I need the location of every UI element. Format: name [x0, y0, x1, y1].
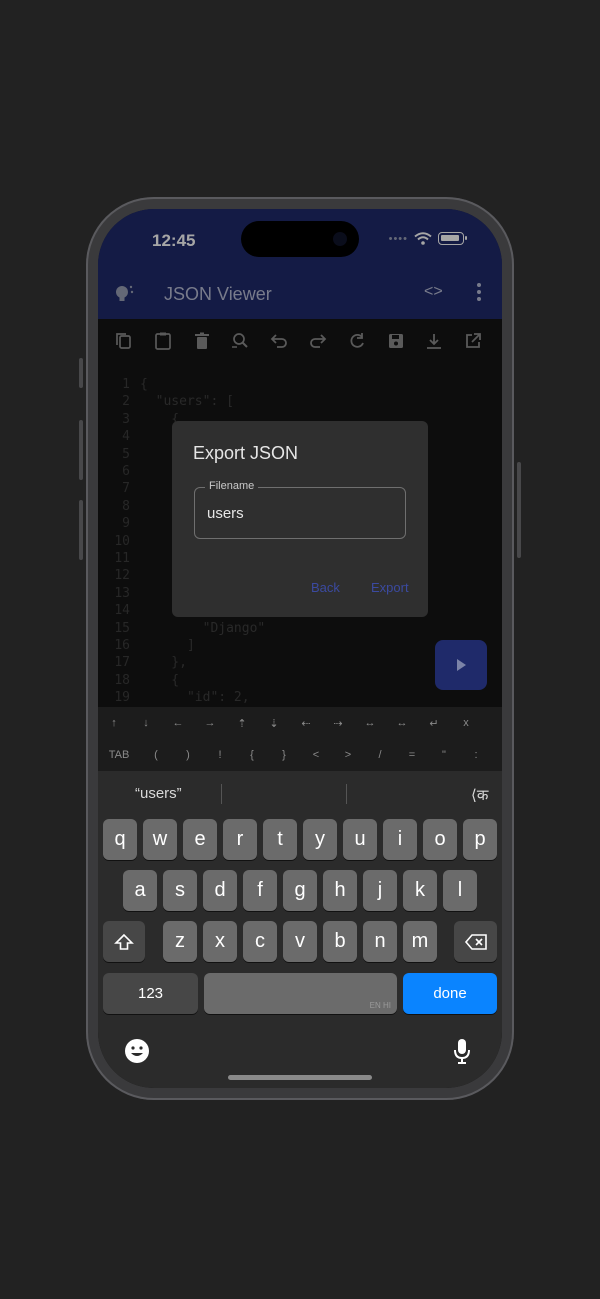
- symbol-key[interactable]: ↑: [98, 717, 130, 729]
- symbol-key[interactable]: ⇡: [226, 717, 258, 730]
- phone-volume-up: [79, 420, 83, 480]
- symbol-bar-arrows: ↑ ↓ ← → ⇡ ⇣ ⇠ ⇢ ↔ ↔ ↵ x: [98, 707, 502, 739]
- space-key[interactable]: EN HI: [204, 973, 397, 1014]
- symbol-key[interactable]: TAB: [98, 749, 140, 761]
- key-w[interactable]: w: [143, 819, 177, 860]
- key-e[interactable]: e: [183, 819, 217, 860]
- symbol-key[interactable]: /: [364, 749, 396, 761]
- key-t[interactable]: t: [263, 819, 297, 860]
- suggestion-item[interactable]: “users”: [135, 785, 182, 802]
- key-u[interactable]: u: [343, 819, 377, 860]
- symbol-key[interactable]: <: [300, 749, 332, 761]
- phone-silent-switch: [79, 358, 83, 388]
- symbol-key[interactable]: ↓: [130, 717, 162, 729]
- symbol-key[interactable]: ↔: [386, 717, 418, 729]
- key-z[interactable]: z: [163, 921, 197, 962]
- suggestion-bar: “users” ⟨क: [98, 771, 502, 817]
- key-v[interactable]: v: [283, 921, 317, 962]
- key-q[interactable]: q: [103, 819, 137, 860]
- phone-screen: 12:45 •••• JSON Viewer <> 1 {2 "users":…: [98, 209, 502, 1088]
- key-f[interactable]: f: [243, 870, 277, 911]
- symbol-key[interactable]: ↵: [418, 717, 450, 730]
- symbol-key[interactable]: :: [460, 749, 492, 761]
- filename-field[interactable]: Filename users: [194, 480, 406, 539]
- export-dialog: Export JSON Filename users Back Export: [172, 421, 428, 617]
- key-g[interactable]: g: [283, 870, 317, 911]
- key-b[interactable]: b: [323, 921, 357, 962]
- key-o[interactable]: o: [423, 819, 457, 860]
- key-j[interactable]: j: [363, 870, 397, 911]
- symbol-key[interactable]: x: [450, 717, 482, 729]
- symbol-key[interactable]: (: [140, 749, 172, 761]
- language-switch-button[interactable]: ⟨क: [471, 785, 488, 805]
- space-language-hint: EN HI: [369, 1001, 391, 1010]
- done-key[interactable]: done: [403, 973, 497, 1014]
- phone-volume-down: [79, 500, 83, 560]
- key-y[interactable]: y: [303, 819, 337, 860]
- run-button[interactable]: [435, 640, 487, 690]
- key-c[interactable]: c: [243, 921, 277, 962]
- symbol-key[interactable]: !: [204, 749, 236, 761]
- suggestion-divider: [221, 784, 222, 804]
- filename-input[interactable]: users: [207, 505, 244, 522]
- key-m[interactable]: m: [403, 921, 437, 962]
- backspace-icon: [464, 933, 487, 950]
- key-k[interactable]: k: [403, 870, 437, 911]
- symbol-key[interactable]: =: [396, 749, 428, 761]
- symbol-key[interactable]: ⇠: [290, 717, 322, 730]
- phone-power-button: [517, 462, 521, 558]
- symbol-key[interactable]: {: [236, 749, 268, 761]
- keyboard: “users” ⟨क qwertyuiop asdfghjkl zxcvbnm 12…: [98, 771, 502, 1088]
- symbol-key[interactable]: >: [332, 749, 364, 761]
- symbol-key[interactable]: ): [172, 749, 204, 761]
- symbol-key[interactable]: →: [194, 717, 226, 729]
- play-icon: [457, 659, 466, 671]
- key-r[interactable]: r: [223, 819, 257, 860]
- filename-label: Filename: [205, 480, 259, 492]
- key-p[interactable]: p: [463, 819, 497, 860]
- key-i[interactable]: i: [383, 819, 417, 860]
- backspace-key[interactable]: [454, 921, 497, 962]
- export-button[interactable]: Export: [371, 580, 409, 595]
- emoji-icon[interactable]: [124, 1038, 150, 1064]
- shift-icon: [114, 933, 134, 950]
- home-indicator: [228, 1075, 372, 1080]
- dialog-title: Export JSON: [193, 443, 299, 463]
- numbers-key[interactable]: 123: [103, 973, 198, 1014]
- key-s[interactable]: s: [163, 870, 197, 911]
- suggestion-divider: [346, 784, 347, 804]
- key-n[interactable]: n: [363, 921, 397, 962]
- symbol-key[interactable]: ⇢: [322, 717, 354, 730]
- symbol-bar-characters: TAB()!{} < > / = ":: [98, 739, 502, 771]
- symbol-key[interactable]: ⇣: [258, 717, 290, 730]
- key-l[interactable]: l: [443, 870, 477, 911]
- symbol-key[interactable]: ←: [162, 717, 194, 729]
- shift-key[interactable]: [103, 921, 145, 962]
- key-a[interactable]: a: [123, 870, 157, 911]
- back-button[interactable]: Back: [311, 580, 340, 595]
- symbol-key[interactable]: }: [268, 749, 300, 761]
- symbol-key[interactable]: ↔: [354, 717, 386, 729]
- microphone-icon[interactable]: [452, 1037, 472, 1065]
- key-h[interactable]: h: [323, 870, 357, 911]
- symbol-key[interactable]: ": [428, 749, 460, 761]
- key-x[interactable]: x: [203, 921, 237, 962]
- key-d[interactable]: d: [203, 870, 237, 911]
